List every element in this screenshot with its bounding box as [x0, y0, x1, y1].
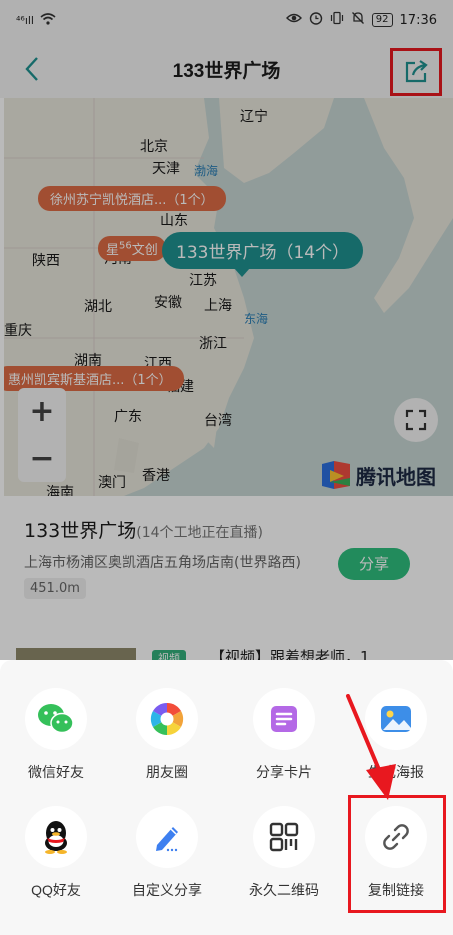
map-label-beijing: 北京	[140, 138, 168, 154]
site-name: 133世界广场	[24, 520, 137, 542]
share-qq-friend-label: QQ好友	[31, 882, 81, 898]
map-label-guangdong: 广东	[114, 408, 142, 424]
map-label-anhui: 安徽	[154, 294, 182, 310]
site-title: 133世界广场(14个工地正在直播)	[24, 516, 263, 543]
map-view[interactable]: 辽宁 北京 天津 渤海 山东 陕西 河南 江苏 湖北 安徽 上海 东海 浙江 重…	[4, 98, 453, 496]
moments-icon	[136, 688, 198, 750]
share-qrcode[interactable]: 永久二维码	[228, 806, 340, 900]
map-label-liaoning: 辽宁	[240, 108, 268, 124]
fullscreen-button[interactable]	[394, 398, 438, 442]
map-pin-partial[interactable]: 星56文创	[98, 236, 166, 261]
status-bar: ⁴⁶ıll 92 17:36	[0, 0, 453, 40]
map-label-hongkong: 香港	[142, 467, 170, 483]
share-card[interactable]: 分享卡片	[228, 688, 340, 782]
site-address: 上海市杨浦区奥凯酒店五角场店南(世界路西)	[24, 555, 301, 571]
signal-icon: ⁴⁶ıll	[16, 13, 34, 27]
clock: 17:36	[399, 12, 437, 28]
fullscreen-icon	[405, 409, 427, 431]
map-pin-partial-suffix: 文创	[131, 243, 158, 258]
header: 133世界广场	[0, 40, 453, 98]
share-wechat-friend[interactable]: 微信好友	[0, 688, 112, 782]
battery-indicator: 92	[371, 13, 393, 27]
share-card-label: 分享卡片	[256, 764, 312, 780]
share-moments-label: 朋友圈	[146, 764, 188, 780]
map-pin-partial-prefix: 星	[106, 243, 120, 258]
alarm-icon	[309, 11, 323, 29]
map-logo-text: 腾讯地图	[356, 464, 436, 489]
zoom-out-button[interactable]: −	[29, 441, 54, 476]
map-label-taiwan: 台湾	[204, 412, 232, 428]
status-right: 92 17:36	[285, 11, 437, 29]
tencent-map-logo-icon	[322, 461, 350, 489]
share-button[interactable]	[390, 48, 442, 96]
live-count: (14个工地正在直播)	[136, 525, 264, 541]
map-pin-partial-count: 56	[119, 240, 132, 252]
distance-badge: 451.0m	[24, 578, 86, 599]
map-label-shanghai: 上海	[204, 297, 232, 313]
map-label-shaanxi: 陕西	[32, 252, 60, 268]
site-share-button[interactable]: 分享	[338, 548, 410, 580]
share-moments[interactable]: 朋友圈	[111, 688, 223, 782]
wechat-icon	[25, 688, 87, 750]
zoom-in-button[interactable]: +	[29, 394, 54, 429]
vibrate-icon	[330, 11, 344, 29]
share-export-icon	[405, 60, 428, 83]
share-wechat-friend-label: 微信好友	[28, 764, 84, 780]
mute-icon	[351, 11, 365, 29]
qrcode-icon	[253, 806, 315, 868]
share-custom[interactable]: 自定义分享	[111, 806, 223, 900]
map-label-hainan: 海南	[46, 484, 74, 496]
map-logo: 腾讯地图	[320, 460, 436, 490]
map-label-shandong: 山东	[160, 212, 188, 228]
map-label-macau: 澳门	[98, 474, 126, 490]
copy-link-highlight	[348, 795, 446, 913]
map-label-tianjin: 天津	[152, 160, 180, 176]
share-qrcode-label: 永久二维码	[249, 882, 319, 898]
map-label-jiangsu: 江苏	[189, 272, 217, 288]
wifi-icon	[40, 12, 56, 28]
map-label-chongqing: 重庆	[4, 322, 32, 338]
map-pin-xuzhou[interactable]: 徐州苏宁凯悦酒店...（1个）	[38, 186, 226, 211]
qq-icon	[25, 806, 87, 868]
card-icon	[253, 688, 315, 750]
status-left: ⁴⁶ıll	[16, 12, 56, 28]
site-info-card: 133世界广场(14个工地正在直播) 上海市杨浦区奥凯酒店五角场店南(世界路西)…	[0, 496, 453, 644]
sea-label-donghai: 东海	[244, 312, 269, 326]
pen-icon	[136, 806, 198, 868]
share-qq-friend[interactable]: QQ好友	[0, 806, 112, 900]
share-custom-label: 自定义分享	[132, 882, 202, 898]
annotation-arrow-icon	[346, 694, 396, 800]
zoom-controls: + −	[18, 388, 66, 482]
map-label-hubei: 湖北	[84, 298, 112, 314]
sea-label-bohai: 渤海	[194, 164, 219, 178]
page-title: 133世界广场	[172, 61, 281, 82]
map-pin-selected[interactable]: 133世界广场（14个）	[162, 232, 364, 277]
eye-icon	[285, 12, 302, 28]
map-label-zhejiang: 浙江	[199, 335, 227, 351]
